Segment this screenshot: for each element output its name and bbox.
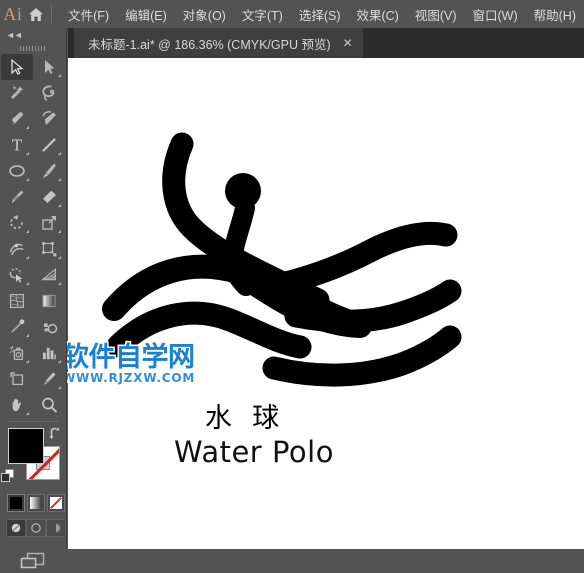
screen-mode-icon[interactable] <box>0 549 66 573</box>
tool-selection[interactable] <box>1 54 33 80</box>
menu-view[interactable]: 视图(V) <box>407 1 465 28</box>
menu-file[interactable]: 文件(F) <box>60 1 117 28</box>
tool-line-segment[interactable] <box>33 132 65 158</box>
artboard-canvas[interactable]: 水 球 Water Polo <box>68 58 584 549</box>
paint-mode-gradient[interactable] <box>27 494 45 512</box>
paint-mode-row <box>0 494 66 512</box>
default-fill-stroke-icon[interactable] <box>1 469 14 482</box>
menu-bar: Ai 文件(F) 编辑(E) 对象(O) 文字(T) 选择(S) 效果(C) 视… <box>0 0 584 28</box>
tool-more-indicator <box>58 74 61 77</box>
tool-curvature[interactable] <box>33 106 65 132</box>
fill-stroke-controls <box>0 426 66 488</box>
menu-effect[interactable]: 效果(C) <box>348 1 406 28</box>
tool-blend[interactable] <box>33 314 65 340</box>
menu-separator <box>51 5 53 23</box>
tool-rotate[interactable] <box>1 210 33 236</box>
home-icon[interactable] <box>26 1 46 27</box>
tools-panel: ◄◄ T <box>0 28 67 569</box>
tool-grid: T <box>0 54 66 418</box>
menu-object[interactable]: 对象(O) <box>175 1 234 28</box>
swap-fill-stroke-icon[interactable] <box>48 426 62 440</box>
menu-help[interactable]: 帮助(H) <box>526 1 584 28</box>
tool-type[interactable]: T <box>1 132 33 158</box>
collapse-panel-icon[interactable]: ◄◄ <box>0 28 66 42</box>
document-tab-title: 未标题-1.ai* @ 186.36% (CMYK/GPU 预览) <box>88 37 331 52</box>
artwork-text-english[interactable]: Water Polo <box>174 435 334 469</box>
draw-mode-normal[interactable] <box>6 519 26 537</box>
tool-width[interactable] <box>1 236 33 262</box>
tool-free-transform[interactable] <box>33 236 65 262</box>
draw-mode-behind[interactable] <box>26 519 46 537</box>
tool-gradient[interactable] <box>33 288 65 314</box>
draw-mode-row <box>0 519 66 537</box>
tool-divider <box>8 421 58 422</box>
tool-zoom[interactable] <box>33 392 65 418</box>
tool-hand[interactable] <box>1 392 33 418</box>
svg-text:T: T <box>12 137 22 155</box>
tool-lasso[interactable] <box>33 80 65 106</box>
tool-eyedropper[interactable] <box>1 314 33 340</box>
menu-select[interactable]: 选择(S) <box>291 1 349 28</box>
paint-mode-color[interactable] <box>7 494 25 512</box>
tool-column-graph[interactable] <box>33 340 65 366</box>
panel-gripper[interactable] <box>0 42 66 54</box>
water-polo-pictogram[interactable] <box>68 58 584 549</box>
tool-eraser[interactable] <box>33 184 65 210</box>
document-tab-active[interactable]: 未标题-1.ai* @ 186.36% (CMYK/GPU 预览) ✕ <box>74 28 364 58</box>
menu-window[interactable]: 窗口(W) <box>465 1 526 28</box>
tool-mesh[interactable] <box>1 288 33 314</box>
tool-artboard[interactable] <box>1 366 33 392</box>
tool-paintbrush[interactable] <box>33 158 65 184</box>
draw-mode-inside[interactable] <box>46 519 66 537</box>
tool-pen[interactable] <box>1 106 33 132</box>
tool-perspective-grid[interactable] <box>33 262 65 288</box>
menu-item-list: 文件(F) 编辑(E) 对象(O) 文字(T) 选择(S) 效果(C) 视图(V… <box>60 1 584 28</box>
app-logo: Ai <box>3 3 23 24</box>
tool-scale[interactable] <box>33 210 65 236</box>
tool-shape-builder[interactable] <box>1 262 33 288</box>
tool-slice[interactable] <box>33 366 65 392</box>
menu-edit[interactable]: 编辑(E) <box>117 1 175 28</box>
tool-direct-selection[interactable] <box>33 54 65 80</box>
illustrator-window: Ai 文件(F) 编辑(E) 对象(O) 文字(T) 选择(S) 效果(C) 视… <box>0 0 584 569</box>
fill-swatch[interactable] <box>8 428 44 464</box>
artwork-text-chinese[interactable]: 水 球 <box>205 396 280 435</box>
tool-blob-brush[interactable] <box>1 184 33 210</box>
tool-magic-wand[interactable] <box>1 80 33 106</box>
paint-mode-none[interactable] <box>47 494 65 512</box>
close-icon[interactable]: ✕ <box>343 37 353 49</box>
menu-type[interactable]: 文字(T) <box>234 1 291 28</box>
document-tab-bar: 未标题-1.ai* @ 186.36% (CMYK/GPU 预览) ✕ <box>68 28 584 58</box>
tool-ellipse[interactable] <box>1 158 33 184</box>
tool-symbol-sprayer[interactable] <box>1 340 33 366</box>
